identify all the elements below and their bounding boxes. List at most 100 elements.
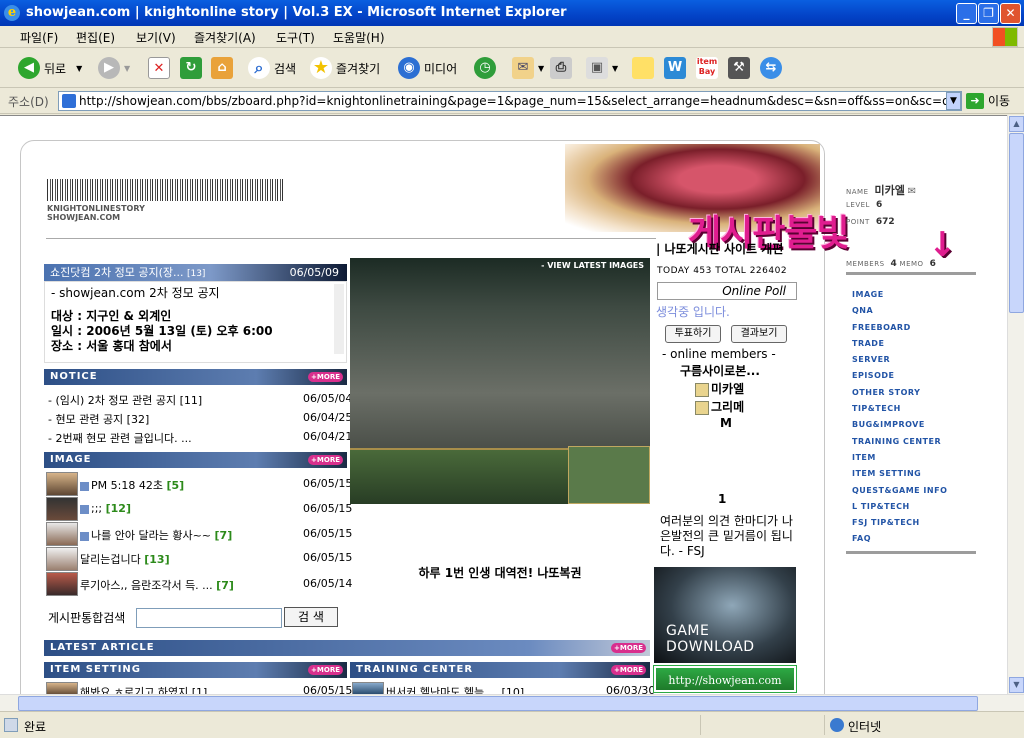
nav-server[interactable]: SERVER	[852, 352, 947, 368]
image-row[interactable]: 나를 안아 달라는 황사~~ [7] 06/05/15	[80, 527, 352, 543]
menu-view[interactable]: 보기(V)	[136, 29, 176, 46]
print-button[interactable]: ⎙	[550, 55, 576, 81]
favorites-button[interactable]: ★ 즐겨찾기	[310, 55, 380, 81]
main-notice-header[interactable]: 쇼진닷컴 2차 정모 공지(장... [13] 06/05/09	[44, 264, 347, 281]
image-row[interactable]: 루기아스,, 음란조각서 득. ... [7] 06/05/14	[80, 577, 352, 593]
refresh-button[interactable]: ↻	[180, 55, 206, 81]
notice-scrollbar[interactable]	[334, 284, 344, 354]
vertical-scrollbar[interactable]: ▲ ▼	[1007, 115, 1024, 694]
horizontal-scrollbar[interactable]	[0, 694, 1024, 711]
itembay-icon: item Bay	[696, 57, 718, 79]
mail-icon[interactable]: ✉	[908, 186, 917, 197]
nav-fsj-tip-tech[interactable]: FSJ TIP&TECH	[852, 515, 947, 531]
image-row[interactable]: 달리는겁니다 [13] 06/05/15	[80, 551, 352, 567]
nav-freeboard[interactable]: FREEBOARD	[852, 320, 947, 336]
nav-tip-tech[interactable]: TIP&TECH	[852, 401, 947, 417]
back-button[interactable]: ◀ 뒤로 ▼	[18, 55, 82, 81]
board-search-label: 게시판통합검색	[48, 611, 126, 625]
back-dropdown-icon[interactable]: ▼	[76, 64, 82, 73]
media-button[interactable]: ◉ 미디어	[398, 55, 457, 81]
menu-bar: 파일(F) 편집(E) 보기(V) 즐겨찾기(A) 도구(T) 도움말(H)	[0, 26, 1024, 48]
image-thumbnail[interactable]	[46, 472, 78, 496]
edit-dropdown-icon[interactable]: ▼	[612, 64, 618, 73]
edit-button[interactable]: ▣ ▼	[586, 55, 618, 81]
vertical-scroll-thumb[interactable]	[1009, 133, 1024, 313]
notice-row[interactable]: - 현모 관련 공지 [32] 06/04/25	[48, 411, 352, 427]
maximize-button[interactable]: ❐	[978, 3, 999, 24]
tool-button[interactable]: ⚒	[728, 55, 754, 81]
menu-tools[interactable]: 도구(T)	[276, 29, 315, 46]
nav-item[interactable]: ITEM	[852, 450, 947, 466]
history-button[interactable]: ◷	[474, 55, 500, 81]
nav-trade[interactable]: TRADE	[852, 336, 947, 352]
online-member[interactable]: 미카엘	[695, 380, 744, 397]
online-member[interactable]: M	[720, 416, 732, 430]
notice-row[interactable]: - 2번째 현모 관련 글입니다. ... 06/04/21	[48, 430, 352, 446]
status-text: 완료	[24, 720, 47, 734]
menu-help[interactable]: 도움말(H)	[333, 29, 385, 46]
view-latest-images-link[interactable]: - VIEW LATEST IMAGES	[541, 261, 644, 270]
scroll-down-icon[interactable]: ▼	[1009, 677, 1024, 693]
header-divider	[46, 238, 656, 239]
image-thumbnail[interactable]	[46, 547, 78, 571]
address-input[interactable]: http://showjean.com/bbs/zboard.php?id=kn…	[58, 91, 962, 111]
forward-button[interactable]: ▶ ▼	[98, 55, 130, 81]
nav-qna[interactable]: QNA	[852, 303, 947, 319]
results-button[interactable]: 결과보기	[731, 325, 787, 343]
nav-faq[interactable]: FAQ	[852, 531, 947, 547]
game-download-banner[interactable]: GAME DOWNLOAD	[654, 567, 796, 663]
notes-button[interactable]	[632, 55, 658, 81]
vote-button[interactable]: 투표하기	[665, 325, 721, 343]
online-member[interactable]: 그리메	[695, 398, 744, 415]
image-more-button[interactable]: +MORE	[308, 455, 343, 465]
nav-bug-improve[interactable]: BUG&IMPROVE	[852, 417, 947, 433]
overlay-arrow-icon: ↓	[928, 225, 957, 265]
forward-dropdown-icon[interactable]: ▼	[124, 64, 130, 73]
mail-dropdown-icon[interactable]: ▼	[538, 64, 544, 73]
horizontal-scroll-thumb[interactable]	[18, 696, 978, 711]
close-button[interactable]: ✕	[1000, 3, 1021, 24]
messenger-button[interactable]: W	[664, 55, 690, 81]
scroll-up-icon[interactable]: ▲	[1009, 116, 1024, 132]
go-button[interactable]: ➜ 이동	[966, 92, 1010, 109]
stop-icon: ✕	[148, 57, 170, 79]
online-member[interactable]: 구름사이로본...	[680, 362, 760, 379]
menu-favorites[interactable]: 즐겨찾기(A)	[194, 29, 256, 46]
menu-edit[interactable]: 편집(E)	[76, 29, 115, 46]
board-search-input[interactable]	[136, 608, 282, 628]
translate-button[interactable]: ⇆	[760, 55, 786, 81]
site-quote: 여러분의 의견 한마디가 나은발전의 큰 밑거름이 됩니다. - FSJ	[660, 514, 793, 558]
image-row[interactable]: ;;; [12] 06/05/15	[80, 502, 352, 515]
notice-row[interactable]: - (임시) 2차 정모 관련 공지 [11] 06/05/04	[48, 392, 352, 408]
nav-item-setting[interactable]: ITEM SETTING	[852, 466, 947, 482]
image-thumbnail[interactable]	[46, 572, 78, 596]
latest-more-button[interactable]: +MORE	[611, 643, 646, 653]
itembay-button[interactable]: item Bay	[696, 55, 722, 81]
image-row[interactable]: PM 5:18 42초 [5] 06/05/15	[80, 477, 352, 493]
nav-image[interactable]: IMAGE	[852, 287, 947, 303]
notice-more-button[interactable]: +MORE	[308, 372, 343, 382]
image-file-icon	[80, 481, 89, 491]
item-setting-more-button[interactable]: +MORE	[308, 665, 343, 675]
nav-other-story[interactable]: OTHER STORY	[852, 385, 947, 401]
menu-file[interactable]: 파일(F)	[20, 29, 58, 46]
nav-quest-game-info[interactable]: QUEST&GAME INFO	[852, 483, 947, 499]
nav-l-tip-tech[interactable]: L TIP&TECH	[852, 499, 947, 515]
stop-button[interactable]: ✕	[148, 55, 174, 81]
nav-episode[interactable]: EPISODE	[852, 368, 947, 384]
lotto-ad-text[interactable]: 하루 1번 인생 대역전! 나또복권	[350, 564, 650, 581]
mail-button[interactable]: ✉ ▼	[512, 55, 544, 81]
board-search-button[interactable]: 검 색	[284, 607, 338, 627]
minimize-button[interactable]: _	[956, 3, 977, 24]
search-button[interactable]: ⌕ 검색	[248, 55, 296, 81]
site-url-banner[interactable]: http://showjean.com	[653, 665, 797, 693]
home-button[interactable]: ⌂	[211, 55, 237, 81]
address-dropdown-icon[interactable]: ▼	[946, 92, 961, 110]
image-thumbnail[interactable]	[46, 522, 78, 546]
nav-training-center[interactable]: TRAINING CENTER	[852, 434, 947, 450]
image-thumbnail[interactable]	[46, 497, 78, 521]
latest-image-preview[interactable]: - VIEW LATEST IMAGES	[350, 258, 650, 504]
member-box-divider	[846, 272, 976, 275]
training-more-button[interactable]: +MORE	[611, 665, 646, 675]
window-title-bar[interactable]: e showjean.com | knightonline story | Vo…	[0, 0, 1024, 26]
